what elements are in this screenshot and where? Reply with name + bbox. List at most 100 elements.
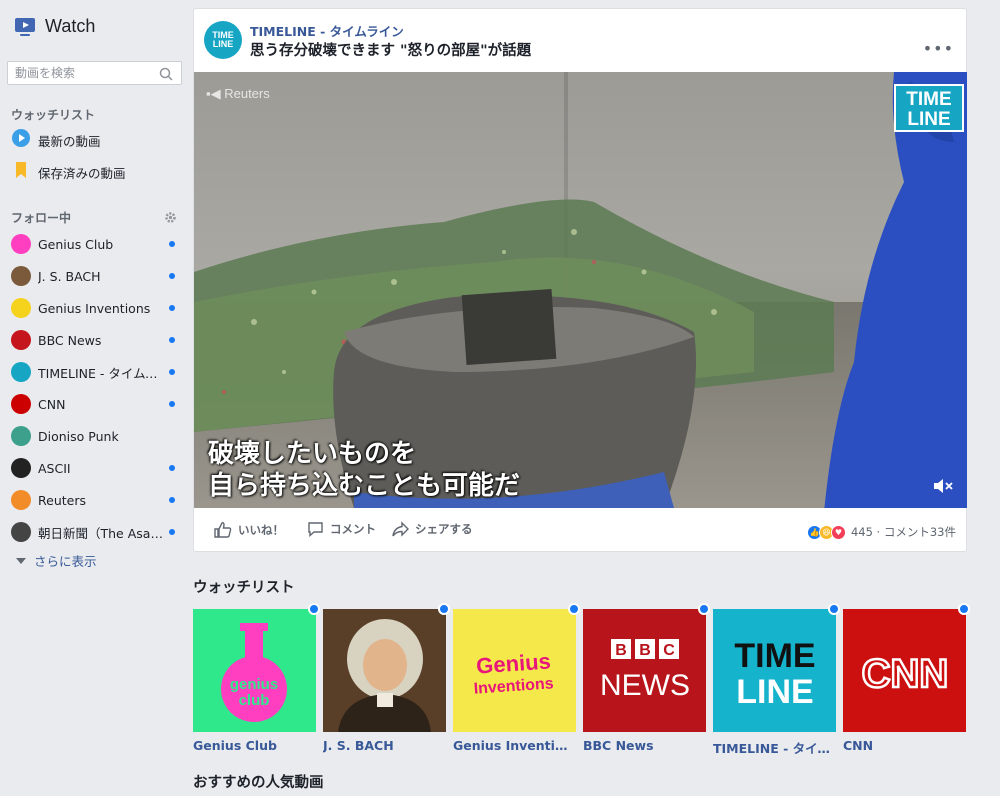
new-content-dot [568,603,580,615]
chevron-down-icon [16,557,26,564]
new-content-dot [169,241,175,247]
following-item[interactable]: CNN [11,391,183,417]
tile-js-bach[interactable] [323,609,446,732]
nav-latest-videos[interactable]: 最新の動画 [11,127,183,153]
following-item[interactable]: Genius Inventions [11,295,183,321]
following-item[interactable]: TIMELINE - タイムライン [11,359,183,385]
tile-label-genius-club[interactable]: Genius Club [193,738,316,753]
search-box [7,61,182,85]
page-logo[interactable]: TIME LINE [204,21,242,59]
following-item[interactable]: 朝日新聞（The Asahi Shimbun） [11,519,183,545]
tile-label-genius-inventions[interactable]: Genius Inventions [453,738,576,753]
following-item[interactable]: BBC News [11,327,183,353]
tile-label-timeline[interactable]: TIMELINE - タイムライン [713,738,836,757]
post-title: 思う存分破壊できます "怒りの部屋"が話題 [250,43,532,59]
page-name-link[interactable]: TIMELINE - タイムライン [250,21,404,40]
show-more-link[interactable]: さらに表示 [16,551,97,570]
svg-text:B: B [639,642,651,659]
following-item-label: CNN [38,396,66,412]
tile-label-js-bach[interactable]: J. S. BACH [323,738,446,753]
tile-genius-inventions[interactable]: Genius Inventions [453,609,576,732]
bbc-news-logo: B B C NEWS [600,639,690,702]
avatar [11,490,31,510]
svg-text:Inventions: Inventions [473,675,554,698]
following-item[interactable]: J. S. BACH [11,263,183,289]
thumbs-up-icon [214,522,232,538]
following-item-label: TIMELINE - タイムライン [38,365,163,381]
new-content-dot [169,465,175,471]
new-content-dot [169,273,175,279]
following-item-label: Genius Inventions [38,300,151,316]
nav-saved-videos[interactable]: 保存済みの動画 [11,159,183,185]
new-content-dot [308,603,320,615]
search-icon[interactable] [159,66,173,85]
bookmark-icon [11,160,31,184]
search-input[interactable] [15,66,155,80]
avatar [11,266,31,286]
play-circle-icon [11,128,31,152]
watch-header[interactable]: Watch [14,16,95,37]
share-button[interactable]: シェアする [392,521,473,537]
mute-icon[interactable] [932,477,954,499]
svg-text:Genius: Genius [475,648,551,678]
tile-label-bbc-news[interactable]: BBC News [583,738,706,753]
new-content-dot [169,529,175,535]
tile-bbc-news[interactable]: B B C NEWS [583,609,706,732]
new-content-dot [169,337,175,343]
new-content-dot [438,603,450,615]
svg-text:NEWS: NEWS [600,669,690,702]
post-card: TIME LINE TIMELINE - タイムライン 思う存分破壊できます "… [193,8,967,552]
following-item-label: J. S. BACH [38,268,101,284]
genius-club-logo: genius club [221,623,287,722]
following-section-title: フォロー中 [11,211,72,225]
tile-cnn[interactable]: CNN [843,609,966,732]
nav-latest-videos-label: 最新の動画 [38,133,101,149]
avatar [11,522,31,542]
avatar [11,362,31,382]
video-caption: 破壊したいものを 自ら持ち込むことも可能だ [208,439,521,501]
svg-text:C: C [663,642,675,659]
avatar [11,458,31,478]
genius-inventions-logo: Genius Inventions [473,648,554,698]
gear-icon[interactable] [164,209,177,228]
svg-text:LINE: LINE [736,673,813,711]
like-button[interactable]: いいね！ [214,521,284,538]
reactions-count: 445 · コメント33件 [850,525,956,539]
watch-tv-icon [14,17,36,37]
following-item-label: Dioniso Punk [38,428,119,444]
more-options-icon[interactable]: ••• [923,39,954,58]
new-content-dot [169,401,175,407]
following-item[interactable]: ASCII [11,455,183,481]
following-item[interactable]: Reuters [11,487,183,513]
app-title: Watch [45,16,96,36]
comment-icon [308,522,323,537]
avatar [11,330,31,350]
reuters-watermark: ▪◀ Reuters [206,86,270,101]
bach-portrait [323,609,446,732]
cnn-logo: CNN [860,651,949,698]
avatar [11,394,31,414]
following-item-label: Reuters [38,492,86,508]
tile-genius-club[interactable]: genius club [193,609,316,732]
person-figure [824,72,967,508]
watchlist-section-title: ウォッチリスト [11,108,96,122]
share-icon [392,521,409,537]
tile-timeline[interactable]: TIME LINE [713,609,836,732]
post-actions: いいね！ コメント シェアする 👍 😆 ♥ 445 · コメント33件 [194,515,966,545]
following-item-label: Genius Club [38,236,114,252]
video-player[interactable]: ▪◀ Reuters TIME LINE 破壊したいものを 自ら持ち込むことも可能… [194,72,967,508]
following-item-label: 朝日新聞（The Asahi Shimbun） [38,525,163,541]
svg-text:genius: genius [230,676,278,693]
comment-button[interactable]: コメント [307,521,376,537]
timeline-video-badge: TIME LINE [894,84,964,132]
post-header: TIME LINE TIMELINE - タイムライン 思う存分破壊できます "… [194,9,966,73]
new-content-dot [169,369,175,375]
avatar [11,426,31,446]
following-item[interactable]: Genius Club [11,231,183,257]
following-item-label: ASCII [38,460,71,476]
following-item[interactable]: Dioniso Punk [11,423,183,449]
tile-label-cnn[interactable]: CNN [843,738,966,753]
reactions-summary[interactable]: 👍 😆 ♥ 445 · コメント33件 [806,524,956,540]
timeline-logo: TIME LINE [734,637,815,711]
new-content-dot [169,497,175,503]
